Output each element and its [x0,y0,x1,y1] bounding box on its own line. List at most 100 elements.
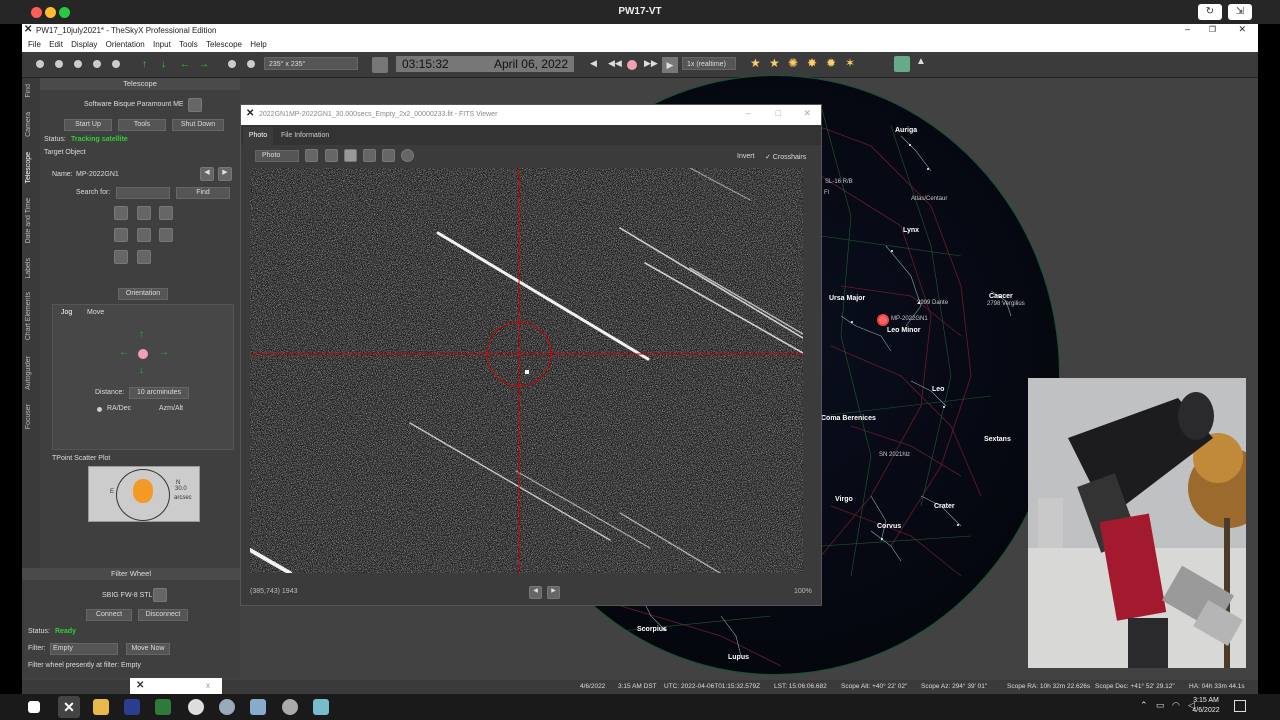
tab-file-information[interactable]: File Information [281,127,329,145]
tab-camera[interactable]: Camera [25,112,32,137]
fits-image[interactable] [250,168,803,573]
menu-input[interactable]: Input [153,40,171,49]
cluster-icon[interactable]: ✸ [807,56,817,70]
preview-close-icon[interactable]: x [206,681,210,690]
wifi-icon[interactable]: ◠ [1172,700,1180,711]
sync-icon[interactable] [137,206,151,220]
move-now-button[interactable]: Move Now [126,643,170,655]
filter-select[interactable]: Empty [50,643,118,655]
step-back-icon[interactable]: ◀ [590,58,597,69]
record-icon[interactable] [627,60,637,70]
home-icon[interactable] [114,228,128,242]
tray-chevron-icon[interactable]: ⌃ [1140,700,1148,711]
disconnect-button[interactable]: Disconnect [138,609,188,621]
taskbar-preview[interactable]: ✕ x [130,678,222,694]
mount-settings-icon[interactable] [188,98,202,112]
play-icon[interactable]: ▶ [662,57,678,73]
nebula-icon[interactable]: ✹ [826,56,836,70]
azalt-label[interactable]: Azm/Alt [159,405,183,412]
zoom-in-icon[interactable] [228,60,236,68]
orientation-select[interactable]: Orientation [118,288,168,300]
arrow-right-icon[interactable]: → [199,59,209,70]
next-icon[interactable]: ▶ [218,167,232,181]
connect-button[interactable]: Connect [86,609,132,621]
zoom-icon[interactable] [36,60,44,68]
jog-up-icon[interactable]: ↑ [139,329,144,340]
previous-image-icon[interactable]: ◀ [529,586,542,599]
windows-start-icon[interactable] [28,701,40,713]
refresh-icon[interactable]: ↻ [1198,4,1222,20]
app-icon[interactable] [282,699,298,715]
pointer-icon[interactable] [325,149,338,162]
restore-icon[interactable]: ❐ [1209,25,1216,34]
distance-select[interactable]: 10 arcminutes [129,387,189,399]
menu-orientation[interactable]: Orientation [106,40,145,49]
date-display[interactable]: April 06, 2022 [474,56,574,72]
radec-radio[interactable] [97,407,102,412]
star-icon[interactable]: ★ [750,56,761,70]
info-icon[interactable] [401,149,414,162]
jog-right-icon[interactable]: → [159,347,169,358]
fast-forward-icon[interactable]: ▶▶ [644,58,658,69]
minimize-icon[interactable]: – [1185,24,1190,34]
zoom-tool-icon[interactable] [363,149,376,162]
galaxy-icon[interactable]: ✺ [788,56,798,70]
jog-stop-icon[interactable] [138,349,148,359]
tab-jog[interactable]: Jog [61,309,72,316]
comet-icon[interactable]: ✶ [845,56,855,70]
app-icon[interactable] [313,699,329,715]
menu-display[interactable]: Display [71,40,97,49]
tab-find[interactable]: Find [25,84,32,98]
menu-tools[interactable]: Tools [179,40,198,49]
shutdown-button[interactable]: Shut Down [172,119,224,131]
minimize-icon[interactable]: – [746,108,751,118]
abort-icon[interactable] [159,206,173,220]
close-icon[interactable]: ✕ [1238,24,1246,35]
invert-checkbox[interactable]: Invert [737,153,755,160]
pointing-icon[interactable] [137,250,151,264]
menu-telescope[interactable]: Telescope [206,40,242,49]
crosshairs-checkbox[interactable]: ✓ Crosshairs [765,153,806,161]
tab-telescope[interactable]: Telescope [25,152,32,184]
arrow-left-icon[interactable]: ← [180,59,190,70]
browser-icon[interactable] [188,699,204,715]
target-marker[interactable] [877,314,889,326]
zoom-icon[interactable] [112,60,120,68]
mode-select[interactable]: Photo [255,150,299,162]
app-icon[interactable] [155,699,171,715]
next-image-icon[interactable]: ▶ [547,586,560,599]
zoom-icon[interactable] [93,60,101,68]
arrow-down-icon[interactable]: ↓ [161,59,166,70]
tab-move[interactable]: Move [87,309,104,316]
crosshair-tool-icon[interactable] [344,149,357,162]
fullscreen-icon[interactable]: ⇲ [1228,4,1252,20]
slew-icon[interactable] [114,206,128,220]
clock-time[interactable]: 3:15 AM [1186,697,1226,704]
histogram-icon[interactable] [382,149,395,162]
zoom-icon[interactable] [55,60,63,68]
app-icon[interactable] [124,699,140,715]
horizon-icon[interactable] [894,56,910,72]
tracking-icon[interactable] [114,250,128,264]
zoom-icon[interactable] [74,60,82,68]
find-button[interactable]: Find [176,187,230,199]
time-display[interactable]: 03:15:32 [396,56,474,72]
maximize-icon[interactable]: □ [776,108,781,118]
menu-file[interactable]: File [28,40,41,49]
clock-date[interactable]: 4/6/2022 [1186,707,1226,714]
network-icon[interactable]: ▭ [1156,700,1165,711]
jog-down-icon[interactable]: ↓ [139,365,144,376]
closed-loop-icon[interactable] [159,228,173,242]
tab-chart-elements[interactable]: Chart Elements [25,292,32,340]
menu-help[interactable]: Help [250,40,266,49]
tab-focuser[interactable]: Focuser [25,404,32,429]
file-explorer-icon[interactable] [93,699,109,715]
app-icon[interactable] [250,699,266,715]
app-icon[interactable] [219,699,235,715]
notification-icon[interactable] [1234,700,1246,712]
filter-settings-icon[interactable] [153,588,167,602]
save-icon[interactable] [305,149,318,162]
tab-photo[interactable]: Photo [243,127,273,145]
menu-edit[interactable]: Edit [49,40,63,49]
tools-button[interactable]: Tools [118,119,166,131]
